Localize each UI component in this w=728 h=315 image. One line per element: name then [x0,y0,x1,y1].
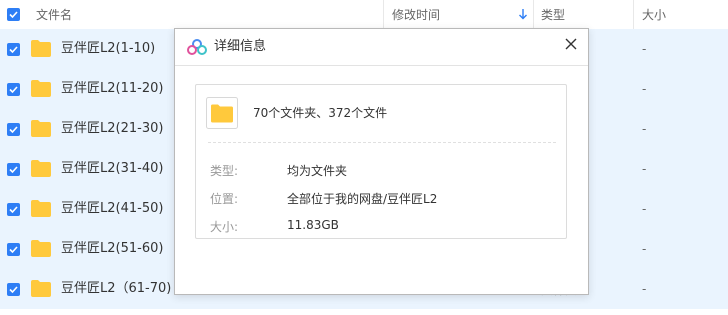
folder-icon [31,40,51,57]
folder-icon [31,80,51,97]
dialog-titlebar[interactable]: 详细信息 [175,29,588,65]
location-label: 位置: [210,192,239,206]
folder-icon [31,280,51,297]
column-modified[interactable]: 修改时间 [392,0,440,30]
folder-icon [31,240,51,257]
file-name[interactable]: 豆伴匠L2(11-20) [61,69,163,109]
folder-preview [206,97,238,132]
file-name[interactable]: 豆伴匠L2(31-40) [61,149,163,189]
row-checkbox[interactable] [7,123,20,136]
folder-icon [31,200,51,217]
column-size[interactable]: 大小 [642,0,666,30]
sort-desc-icon[interactable] [518,8,528,20]
file-name[interactable]: 豆伴匠L2(1-10) [61,29,155,69]
file-name[interactable]: 豆伴匠L2(21-30) [61,109,163,149]
row-checkbox[interactable] [7,83,20,96]
check-icon [9,206,18,214]
column-type[interactable]: 类型 [541,0,565,30]
panel-divider [208,142,556,143]
size-value: 11.83GB [287,218,339,232]
row-checkbox[interactable] [7,43,20,56]
file-size: - [642,42,647,56]
column-divider [533,0,534,30]
close-icon[interactable] [561,34,581,54]
file-size: - [642,202,647,216]
file-size: - [642,162,647,176]
column-divider [633,0,634,30]
dialog-title: 详细信息 [214,39,267,54]
folder-icon [206,97,238,129]
check-icon [9,166,18,174]
type-value: 均为文件夹 [287,164,348,178]
file-list-header: 文件名 修改时间 类型 大小 [0,0,728,31]
file-size: - [642,82,647,96]
row-checkbox[interactable] [7,243,20,256]
details-panel: 70个文件夹、372个文件 类型: 均为文件夹 位置: 全部位于我的网盘/豆伴匠… [195,84,567,239]
column-filename[interactable]: 文件名 [36,0,72,30]
file-size: - [642,242,647,256]
check-icon [9,246,18,254]
check-icon [9,286,18,294]
file-name[interactable]: 豆伴匠L2(41-50) [61,189,163,229]
folder-icon [31,120,51,137]
check-icon [9,46,18,54]
select-all-checkbox[interactable] [7,8,20,21]
selection-summary: 70个文件夹、372个文件 [253,106,388,120]
type-label: 类型: [210,164,239,178]
check-icon [9,11,18,19]
column-divider [383,0,384,30]
dialog-divider [175,65,588,66]
file-size: - [642,282,647,296]
row-checkbox[interactable] [7,203,20,216]
cloud-logo-icon [187,39,207,55]
file-name[interactable]: 豆伴匠L2（61-70) [61,269,171,309]
row-checkbox[interactable] [7,163,20,176]
folder-icon [31,160,51,177]
check-icon [9,126,18,134]
file-name[interactable]: 豆伴匠L2(51-60) [61,229,163,269]
location-value[interactable]: 全部位于我的网盘/豆伴匠L2 [287,190,437,207]
check-icon [9,86,18,94]
file-size: - [642,122,647,136]
details-dialog: 详细信息 70个文件夹、372个文件 类型: 均为文件夹 位置: 全部位于我的网… [174,28,589,295]
row-checkbox[interactable] [7,283,20,296]
size-label: 大小: [210,220,239,234]
